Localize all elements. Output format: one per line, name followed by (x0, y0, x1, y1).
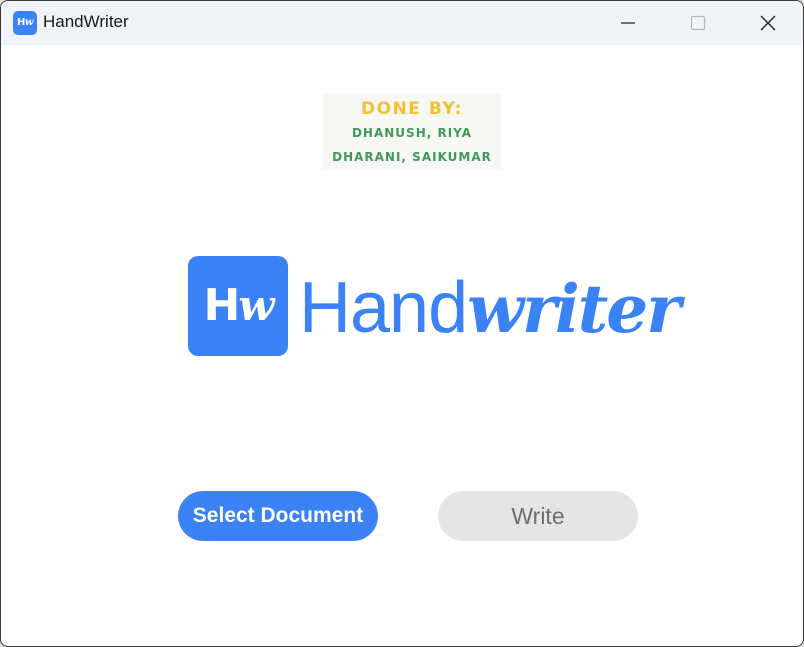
close-button[interactable] (733, 1, 803, 45)
credits-image: DONE BY: DHANUSH, RIYA DHARANI, SAIKUMAR (323, 93, 501, 169)
write-button[interactable]: Write (438, 491, 638, 541)
logo-wordmark: Handwriter (299, 267, 681, 349)
app-icon-letter-w: w (24, 17, 34, 28)
app-window: Hw HandWriter DONE BY: DHANUSH, RIYA DHA… (0, 0, 804, 647)
logo-word-writer: writer (467, 270, 681, 348)
logo-mark-letter-h: H (203, 280, 241, 331)
maximize-button[interactable] (663, 1, 733, 45)
select-document-button[interactable]: Select Document (178, 491, 378, 541)
credits-heading: DONE BY: (361, 99, 463, 119)
title-bar[interactable]: Hw HandWriter (1, 1, 803, 45)
credits-names-line-2: DHARANI, SAIKUMAR (332, 150, 492, 164)
logo-mark: Hw (188, 256, 288, 356)
logo-word-hand: Hand (299, 268, 468, 348)
minimize-button[interactable] (593, 1, 663, 45)
minimize-icon (621, 22, 635, 24)
maximize-icon (690, 15, 706, 31)
close-icon (760, 15, 776, 31)
handwriter-app-icon: Hw (13, 11, 37, 35)
logo-mark-letter-w: w (238, 281, 274, 330)
app-icon-letter-h: H (17, 17, 25, 28)
credits-names-line-1: DHANUSH, RIYA (351, 126, 473, 140)
window-title: HandWriter (43, 12, 129, 31)
